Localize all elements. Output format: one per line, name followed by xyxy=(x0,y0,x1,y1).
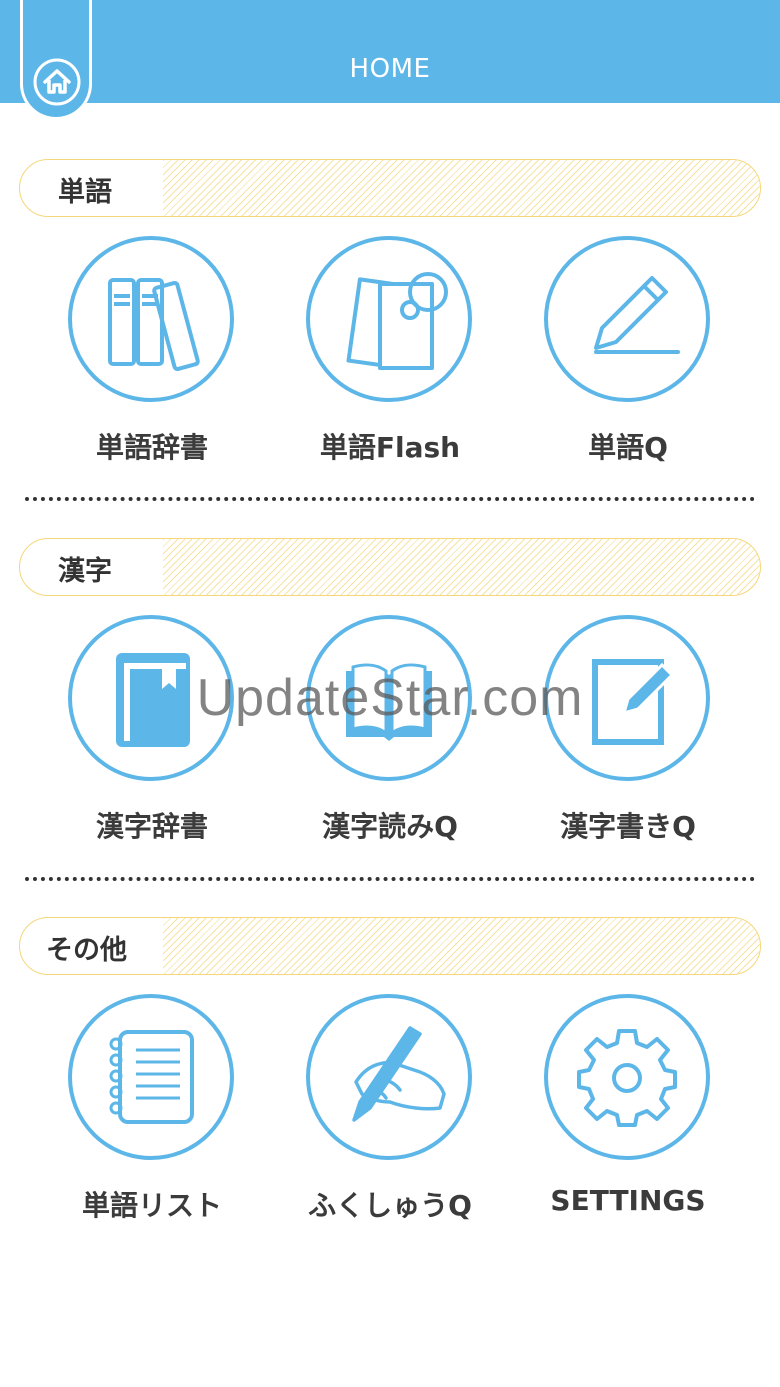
section-title: 単語 xyxy=(58,177,112,208)
section-divider xyxy=(25,497,755,501)
tile-label: 単語リスト xyxy=(81,1189,222,1222)
pencil-icon xyxy=(594,276,680,354)
tile-label: 単語Flash xyxy=(319,431,461,464)
notebook-icon xyxy=(109,1030,194,1124)
tile-label: 漢字書きQ xyxy=(560,810,696,843)
section-header-kanji: 漢字 xyxy=(19,538,761,596)
section-divider xyxy=(25,877,755,881)
books-icon xyxy=(108,278,200,372)
home-icon xyxy=(33,58,81,106)
tile-label: 単語辞書 xyxy=(95,431,208,464)
tile-label: ふくしゅうQ xyxy=(308,1189,472,1222)
section-title: その他 xyxy=(46,935,127,966)
flashcards-icon xyxy=(346,272,448,370)
gear-icon xyxy=(577,1029,677,1127)
tile-label: 単語Q xyxy=(588,431,668,464)
home-button[interactable] xyxy=(20,0,92,120)
top-bar: HOME xyxy=(0,0,780,103)
section-title: 漢字 xyxy=(58,556,112,587)
watermark: UpdateStar.com xyxy=(196,669,584,727)
tile-label: SETTINGS xyxy=(550,1184,706,1217)
page-title: HOME xyxy=(349,54,431,84)
hand-writing-icon xyxy=(352,1026,446,1122)
section-header-other: その他 xyxy=(19,917,761,975)
section-header-words: 単語 xyxy=(19,159,761,217)
tile-label: 漢字辞書 xyxy=(95,810,208,843)
tile-label: 漢字読みQ xyxy=(322,810,458,843)
